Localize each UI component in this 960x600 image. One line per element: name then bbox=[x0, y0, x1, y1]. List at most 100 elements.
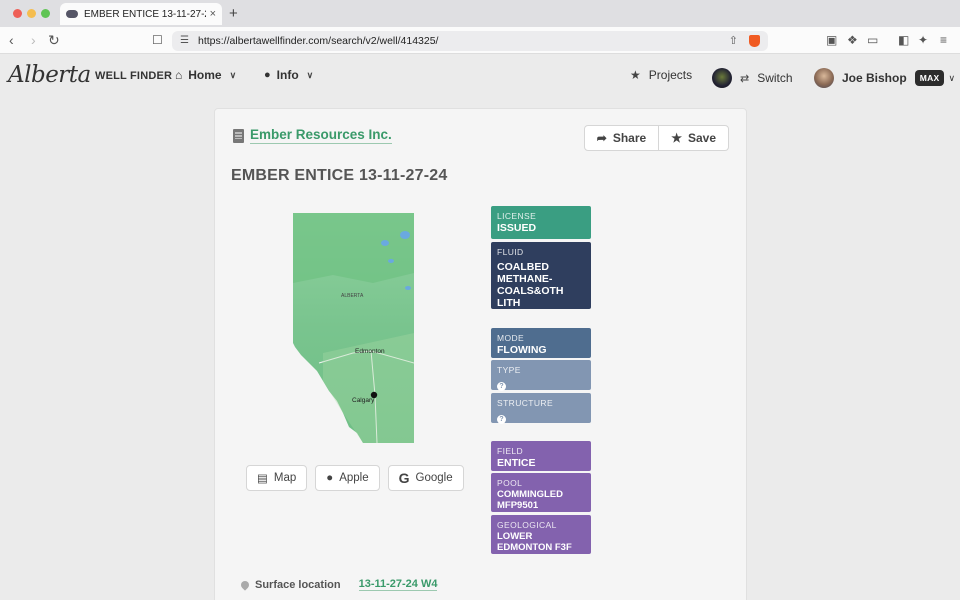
nav-info-label: Info bbox=[276, 68, 299, 82]
save-button[interactable]: ★ Save bbox=[659, 125, 729, 151]
forest-area bbox=[293, 213, 414, 283]
shuffle-icon: ⇄ bbox=[740, 72, 750, 85]
map-button-label: Map bbox=[273, 472, 297, 484]
google-button-label: Google bbox=[415, 472, 453, 484]
nav-home-label: Home bbox=[188, 68, 222, 82]
screenshot-icon[interactable]: ▣ bbox=[826, 32, 837, 48]
star-icon: ★ bbox=[630, 68, 641, 82]
user-name: Joe Bishop bbox=[842, 71, 907, 85]
site-settings-icon[interactable]: ☰ bbox=[180, 35, 189, 46]
url-text: https://albertawellfinder.com/search/v2/… bbox=[198, 35, 439, 47]
company-link[interactable]: Ember Resources Inc. bbox=[233, 127, 392, 144]
type-tag: TYPE ? bbox=[491, 360, 591, 391]
switch-label: Switch bbox=[757, 71, 793, 85]
building-icon bbox=[233, 128, 244, 143]
geological-tag: GEOLOGICAL LOWER EDMONTON F3F bbox=[491, 515, 591, 554]
well-title: EMBER ENTICE 13-11-27-24 bbox=[231, 167, 448, 184]
map-buttons: ▤ Map ● Apple G Google bbox=[246, 465, 464, 491]
site-header: Alberta WELL FINDER ⌂ Home ∨ ● Info ∨ ★ … bbox=[0, 54, 960, 98]
alberta-map-svg: ALBERTA Edmonton Calgary bbox=[293, 213, 415, 444]
tag-value: LOWER EDMONTON F3F bbox=[497, 531, 572, 553]
back-icon[interactable]: ‹ bbox=[9, 32, 14, 48]
apple-icon: ● bbox=[326, 472, 334, 484]
tag-value: ENTICE bbox=[497, 457, 536, 469]
apple-button-label: Apple bbox=[339, 472, 369, 484]
user-avatar bbox=[814, 68, 834, 88]
card-actions: ➦ Share ★ Save bbox=[583, 125, 729, 151]
chevron-down-icon: ∨ bbox=[948, 72, 956, 83]
surface-location-link[interactable]: 13-11-27-24 W4 bbox=[358, 578, 438, 591]
chevron-down-icon: ∨ bbox=[306, 69, 314, 80]
browser-tabbar: EMBER ENTICE 13-11-27-24 × + bbox=[0, 0, 960, 27]
share-button[interactable]: ➦ Share bbox=[583, 125, 660, 151]
extensions-icon[interactable]: ❖ bbox=[847, 32, 858, 48]
star-icon: ★ bbox=[671, 131, 682, 145]
company-name: Ember Resources Inc. bbox=[250, 127, 392, 144]
fluid-tag: FLUID COALBED METHANE-COALS&OTH LITH bbox=[491, 242, 591, 309]
brave-shields-icon[interactable] bbox=[749, 35, 760, 47]
user-menu[interactable]: Joe Bishop MAX ∨ bbox=[814, 68, 955, 88]
tag-label: TYPE bbox=[497, 365, 521, 375]
switch-account[interactable]: ⇄ Switch bbox=[712, 68, 793, 88]
tag-label: GEOLOGICAL bbox=[497, 520, 557, 530]
location-pin-icon bbox=[239, 578, 251, 591]
help-icon[interactable]: ? bbox=[497, 415, 506, 424]
google-maps-button[interactable]: G Google bbox=[387, 465, 464, 491]
share-arrow-icon: ➦ bbox=[596, 131, 607, 145]
map-icon: ▤ bbox=[257, 473, 268, 485]
share-label: Share bbox=[612, 131, 647, 145]
apple-maps-button[interactable]: ● Apple bbox=[315, 465, 380, 491]
tag-label: LICENSE bbox=[497, 211, 537, 221]
home-icon: ⌂ bbox=[175, 68, 183, 82]
lake bbox=[388, 259, 394, 263]
projects-link[interactable]: ★ Projects bbox=[630, 68, 692, 82]
leo-ai-icon[interactable]: ✦ bbox=[918, 32, 928, 48]
tag-label: STRUCTURE bbox=[497, 398, 554, 408]
tag-label: POOL bbox=[497, 478, 523, 488]
chevron-down-icon: ∨ bbox=[229, 69, 237, 80]
alberta-logo[interactable]: Alberta bbox=[8, 62, 91, 88]
close-window-button[interactable] bbox=[13, 9, 22, 18]
alberta-map[interactable]: ALBERTA Edmonton Calgary bbox=[293, 213, 415, 444]
browser-toolbar: ‹ › ↻ ☐ ☰ https://albertawellfinder.com/… bbox=[0, 27, 960, 54]
tag-value: FLOWING bbox=[497, 344, 547, 356]
map-region-label: ALBERTA bbox=[341, 293, 364, 299]
tab-title: EMBER ENTICE 13-11-27-24 bbox=[84, 8, 206, 20]
help-icon[interactable]: ? bbox=[497, 382, 506, 391]
zoom-window-button[interactable] bbox=[41, 9, 50, 18]
map-city-edmonton: Edmonton bbox=[355, 348, 385, 355]
nav-info[interactable]: ● Info ∨ bbox=[264, 68, 313, 82]
forward-icon[interactable]: › bbox=[31, 32, 36, 48]
site-favicon-icon bbox=[66, 10, 78, 18]
tag-label: MODE bbox=[497, 333, 525, 343]
address-bar[interactable]: ☰ https://albertawellfinder.com/search/v… bbox=[172, 31, 768, 51]
lake bbox=[405, 286, 411, 290]
tag-label: FIELD bbox=[497, 446, 524, 456]
minimize-window-button[interactable] bbox=[27, 9, 36, 18]
lake bbox=[400, 231, 410, 239]
browser-tab[interactable]: EMBER ENTICE 13-11-27-24 × bbox=[60, 3, 222, 25]
well-card: Ember Resources Inc. ➦ Share ★ Save EMBE… bbox=[214, 108, 747, 600]
share-page-icon[interactable]: ⇧ bbox=[729, 34, 738, 47]
mode-tag: MODE FLOWING bbox=[491, 328, 591, 358]
map-button[interactable]: ▤ Map bbox=[246, 465, 308, 491]
logo-subtitle[interactable]: WELL FINDER bbox=[95, 70, 172, 82]
plan-badge: MAX bbox=[914, 70, 945, 86]
new-tab-button[interactable]: + bbox=[229, 5, 238, 22]
bookmark-icon[interactable]: ☐ bbox=[152, 32, 163, 48]
surface-location-label: Surface location bbox=[255, 578, 341, 591]
tag-label: FLUID bbox=[497, 247, 524, 257]
tag-value: ISSUED bbox=[497, 222, 537, 234]
nav-home[interactable]: ⌂ Home ∨ bbox=[175, 68, 236, 82]
tab-close-icon[interactable]: × bbox=[210, 8, 216, 20]
reload-icon[interactable]: ↻ bbox=[48, 32, 60, 48]
license-tag: LICENSE ISSUED bbox=[491, 206, 591, 239]
projects-label: Projects bbox=[648, 68, 693, 82]
sidebar-icon[interactable]: ◧ bbox=[898, 32, 909, 48]
wallet-icon[interactable]: ▭ bbox=[867, 32, 878, 48]
map-city-calgary: Calgary bbox=[352, 397, 375, 404]
lightbulb-icon: ● bbox=[264, 69, 271, 81]
tag-value: COMMINGLED MFP9501 bbox=[497, 489, 563, 511]
menu-icon[interactable]: ≡ bbox=[940, 32, 947, 48]
structure-tag: STRUCTURE ? bbox=[491, 393, 591, 424]
